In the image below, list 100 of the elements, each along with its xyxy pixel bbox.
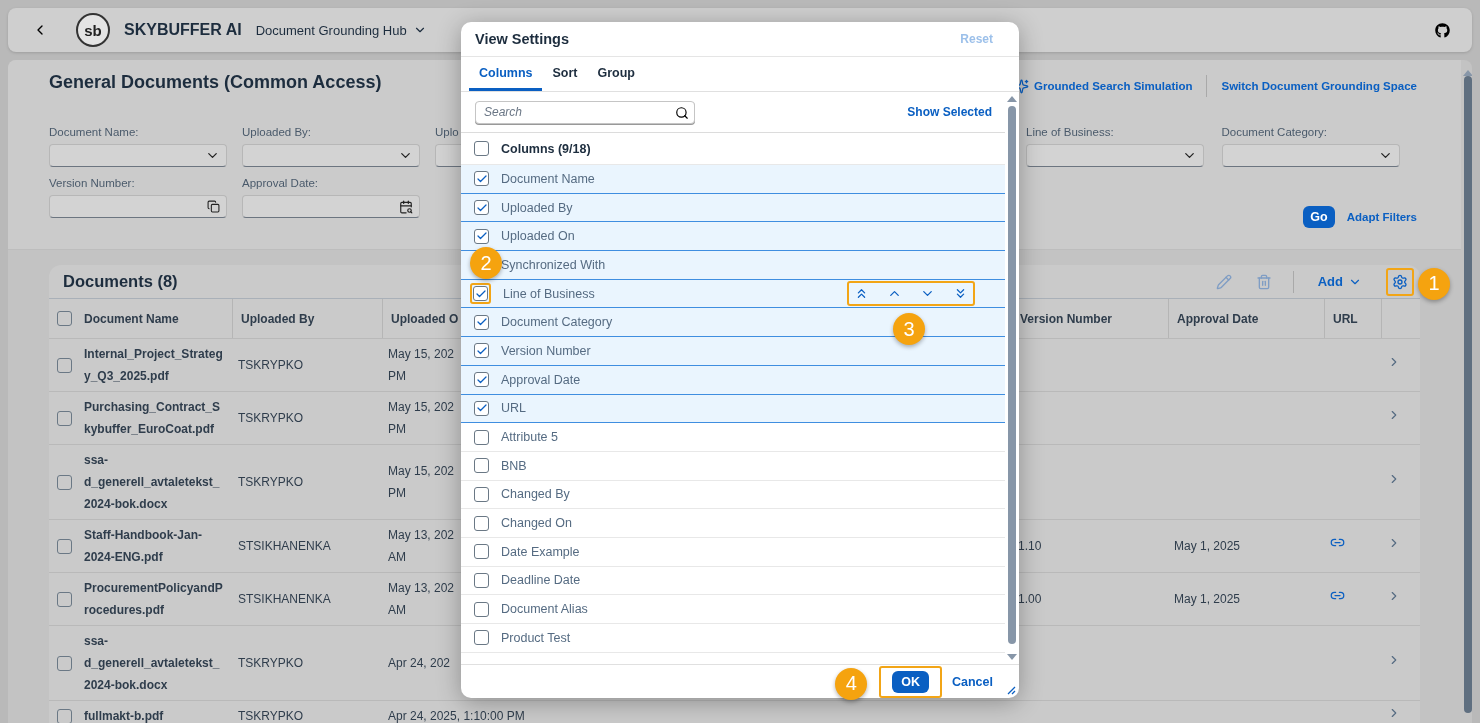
row-checkbox[interactable] (57, 591, 72, 607)
cancel-button[interactable]: Cancel (946, 673, 999, 690)
document-name-cell-text: Internal_Project_Strategy_Q3_2025.pdf (83, 346, 224, 385)
column-header[interactable]: Uploaded By (232, 299, 382, 338)
app-title-menu[interactable]: Document Grounding Hub (255, 22, 427, 38)
table-cell-text: May 13, 202 AM (387, 580, 456, 619)
show-selected-link[interactable]: Show Selected (907, 105, 992, 119)
logo: sb (76, 13, 110, 47)
column-checkbox[interactable] (474, 572, 489, 588)
row-checkbox[interactable] (57, 708, 72, 723)
filter-label: Document Name: (49, 126, 139, 138)
callout-badge: 1 (1418, 267, 1450, 300)
column-checkbox[interactable] (474, 601, 489, 617)
column-list-item[interactable]: URL (461, 394, 1005, 424)
column-label: Version Number (501, 343, 591, 358)
filter-label: Uplo (435, 126, 459, 138)
column-header[interactable]: Document Name (76, 299, 232, 338)
filter-field[interactable] (1026, 144, 1204, 167)
filter-label: Document Category: (1221, 126, 1327, 138)
filter-field[interactable] (1221, 144, 1400, 167)
filter-label: Uploaded By: (242, 126, 312, 138)
action-link[interactable]: Switch Document Grounding Space (1221, 80, 1417, 92)
table-cell-text: May 15, 202 PM (387, 346, 456, 385)
column-checkbox[interactable] (474, 544, 489, 560)
table-cell-text: May 13, 202 AM (387, 527, 456, 566)
column-label: Document Name (501, 171, 595, 186)
column-label: Changed By (501, 487, 570, 502)
column-list-item[interactable]: Changed By (461, 480, 1005, 510)
column-checkbox[interactable] (474, 372, 489, 388)
column-checkbox[interactable] (474, 314, 489, 330)
column-label: Approval Date (501, 372, 581, 387)
table-cell-text: TSKRYPKO (237, 357, 305, 374)
column-list-item[interactable]: Version Number (461, 337, 1005, 366)
search-icon (675, 105, 689, 120)
table-row[interactable]: fullmakt-b.pdf TSKRYPKO Apr 24, 2025, 1:10:00 PM (49, 701, 1420, 723)
document-name-cell-text: ssa-d_generell_avtaletekst_2024-bok.docx (83, 633, 221, 694)
column-list-item[interactable]: Date Example (461, 537, 1005, 567)
column-list-item[interactable]: Approval Date (461, 365, 1005, 395)
tab[interactable]: Sort (542, 57, 588, 91)
table-cell-text: TSKRYPKO (237, 474, 305, 491)
column-list-item[interactable]: Deadline Date (461, 566, 1005, 596)
go-button[interactable]: Go (1303, 206, 1335, 228)
table-cell-text: May 15, 202 PM (387, 463, 456, 502)
filter-field[interactable] (242, 195, 420, 218)
column-checkbox[interactable] (474, 486, 489, 502)
column-header[interactable]: URL (1324, 299, 1381, 338)
column-list-item[interactable]: Changed On (461, 509, 1005, 538)
github-icon[interactable] (1435, 22, 1450, 38)
ok-button[interactable]: OK (892, 670, 929, 693)
column-checkbox[interactable] (474, 458, 489, 474)
dialog-title: View Settings (475, 31, 569, 47)
column-checkbox[interactable] (474, 171, 489, 187)
select-all-checkbox[interactable] (57, 311, 72, 326)
column-checkbox[interactable] (474, 429, 489, 445)
column-label: Uploaded By (501, 200, 573, 215)
list-header-label: Columns (9/18) (501, 141, 591, 156)
row-checkbox[interactable] (57, 357, 72, 373)
page-title: General Documents (Common Access) (49, 71, 382, 93)
callout-badge: 4 (835, 667, 868, 700)
table-cell-text: May 1, 2025 (1173, 591, 1242, 608)
table-cell-text: TSKRYPKO (237, 410, 305, 427)
column-list-item[interactable]: Uploaded On (461, 222, 1005, 252)
filter-field[interactable] (242, 144, 420, 167)
table-cell-text: May 1, 2025 (1173, 538, 1242, 555)
column-list-item[interactable]: Document Name (461, 165, 1005, 194)
column-checkbox[interactable] (474, 343, 489, 359)
column-list-item[interactable]: Attribute 5 (461, 423, 1005, 452)
add-menu-button[interactable]: Add (1311, 273, 1368, 290)
column-checkbox[interactable] (474, 515, 489, 531)
table-cell-text: Apr 24, 202 (387, 655, 452, 672)
column-list-item[interactable]: BNB (461, 451, 1005, 481)
column-checkbox[interactable] (474, 200, 489, 216)
calendar-icon (399, 199, 413, 214)
table-cell-text: STSIKHANENKA (237, 538, 332, 555)
column-list-item[interactable]: Uploaded By (461, 193, 1005, 223)
filter-label: Approval Date: (242, 177, 319, 189)
filter-field[interactable] (49, 195, 227, 218)
column-list-item[interactable]: Document Alias (461, 595, 1005, 624)
row-checkbox[interactable] (57, 410, 72, 426)
document-name-cell-text: ProcurementPolicyandProcedures.pdf (83, 580, 224, 619)
row-checkbox[interactable] (57, 538, 72, 554)
column-checkbox[interactable] (474, 228, 489, 244)
row-checkbox[interactable] (57, 474, 72, 490)
column-list-item[interactable]: Product Test (461, 624, 1005, 653)
column-label: Attribute 5 (501, 430, 558, 445)
column-label: Document Category (501, 315, 613, 330)
search-field[interactable]: Search (475, 100, 695, 124)
column-checkbox[interactable] (474, 400, 489, 416)
filter-field[interactable] (49, 144, 227, 167)
column-checkbox[interactable] (474, 630, 489, 646)
column-header[interactable]: Approval Date (1168, 299, 1324, 338)
select-all-checkbox[interactable] (474, 141, 489, 156)
row-checkbox[interactable] (57, 655, 72, 671)
tab[interactable]: Columns (469, 57, 543, 91)
column-label: Document Alias (501, 602, 588, 617)
column-label: Date Example (501, 544, 580, 559)
adapt-filters-link[interactable]: Adapt Filters (1346, 211, 1417, 223)
resize-handle-icon[interactable] (1006, 685, 1016, 695)
table-cell-text: STSIKHANENKA (237, 591, 332, 608)
tab[interactable]: Group (587, 57, 645, 91)
